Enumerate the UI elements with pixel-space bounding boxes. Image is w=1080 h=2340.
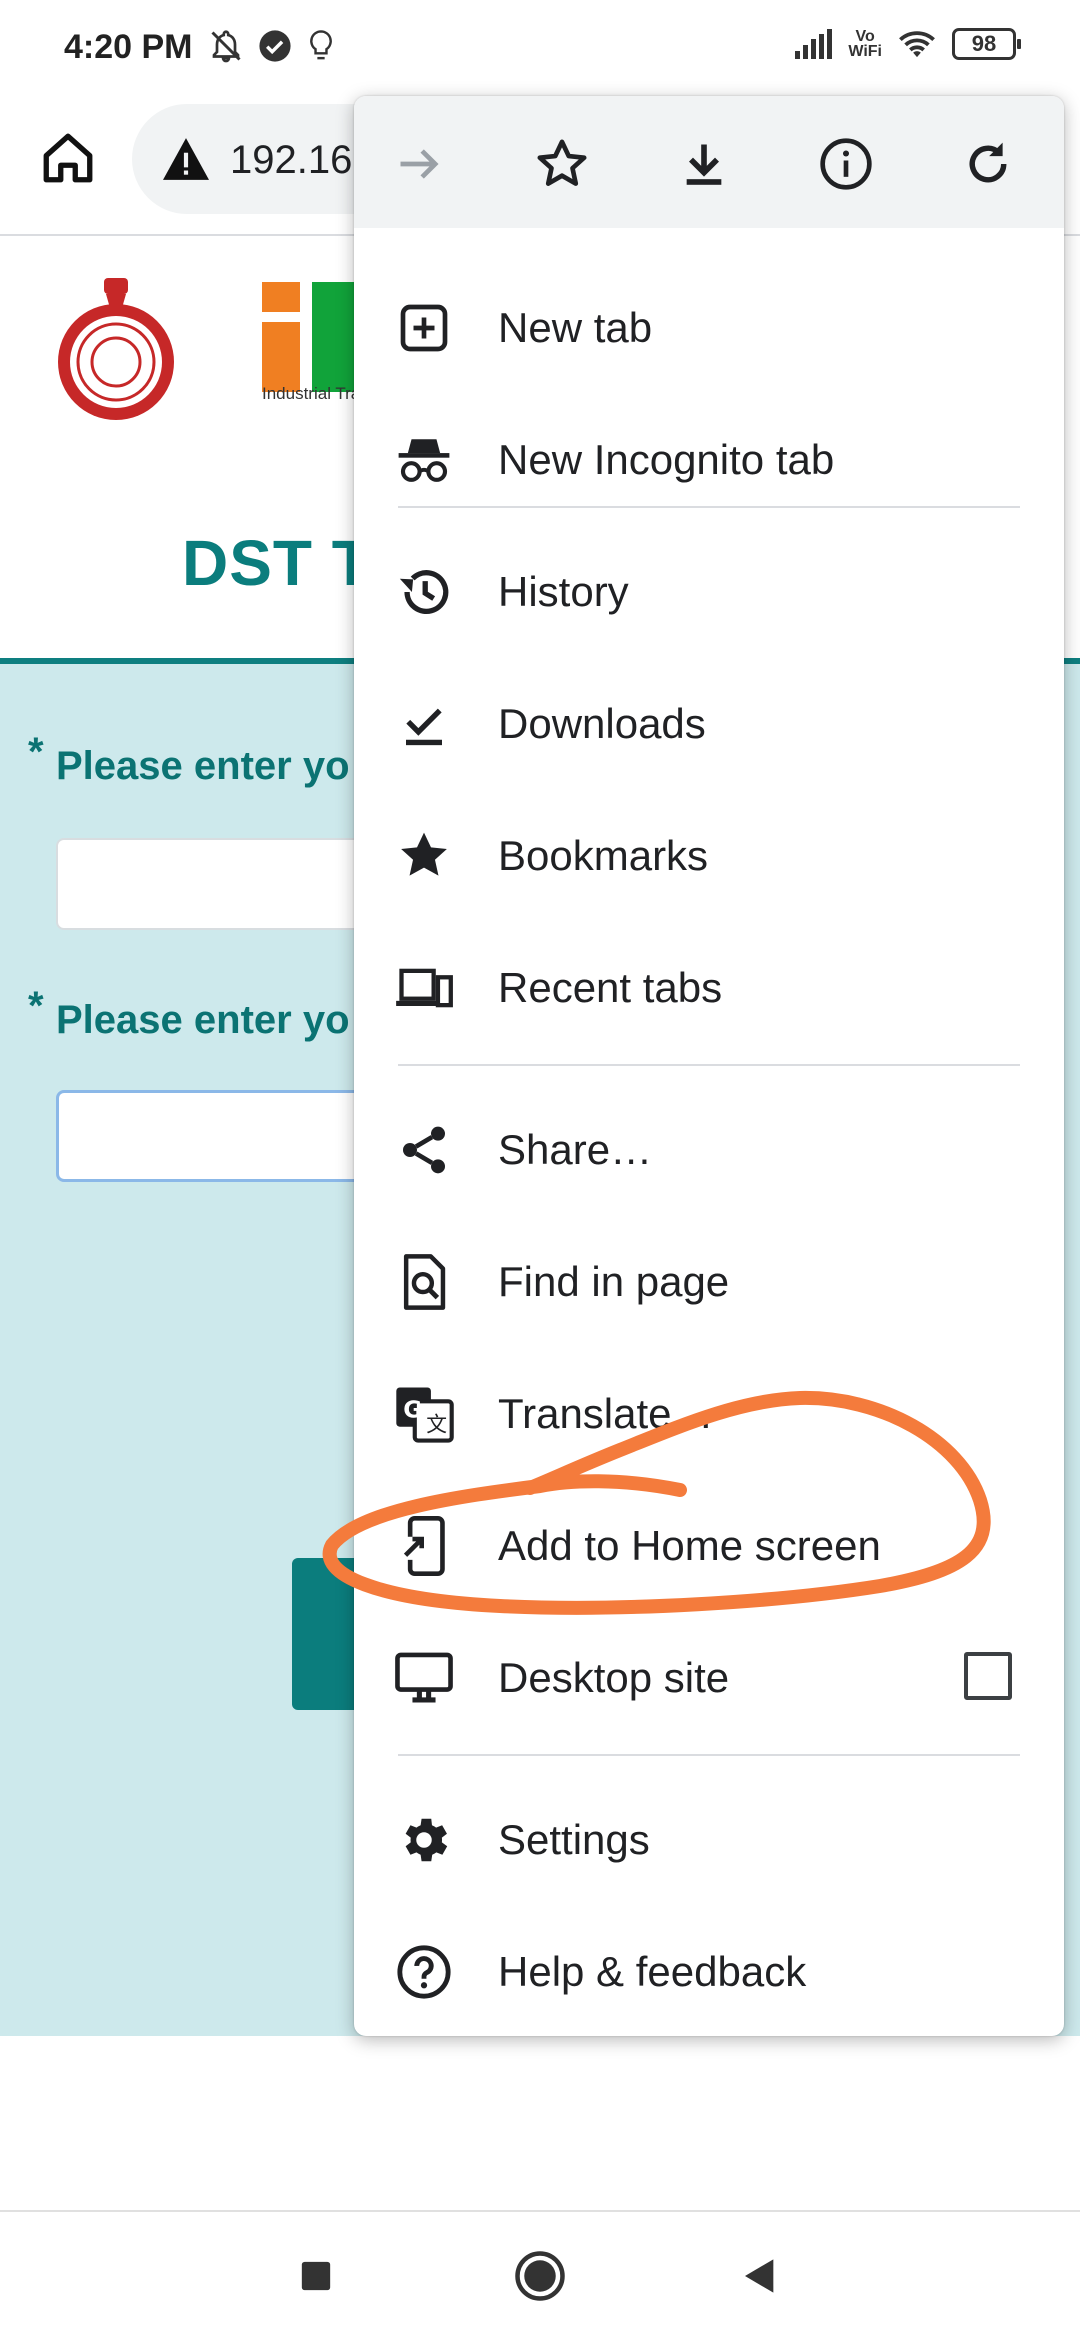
menu-item-label: Translate… — [498, 1390, 714, 1437]
back-button[interactable] — [728, 2244, 792, 2308]
check-circle-icon — [259, 30, 291, 62]
menu-item-label: Recent tabs — [498, 964, 723, 1011]
menu-item-bookmarks[interactable]: Bookmarks — [354, 788, 1064, 920]
field-label: Please enter yo — [56, 998, 350, 1042]
desktop-icon — [394, 1648, 454, 1708]
menu-item-label: Add to Home screen — [498, 1522, 881, 1569]
overflow-menu: New tab New Incognito tab History Downlo… — [354, 96, 1064, 2036]
bookmark-button[interactable] — [526, 128, 598, 200]
home-nav-button[interactable] — [508, 2244, 572, 2308]
menu-divider — [398, 1754, 1020, 1756]
field-label: Please enter yo — [56, 744, 350, 788]
help-icon — [394, 1942, 454, 2002]
forward-icon — [400, 149, 439, 179]
required-mark: * — [28, 984, 44, 1028]
menu-item-label: Help & feedback — [498, 1948, 807, 1995]
info-icon — [820, 138, 872, 190]
translate-icon: G文 — [394, 1384, 454, 1444]
menu-item-recent-tabs[interactable]: Recent tabs — [354, 920, 1064, 1052]
menu-item-label: Downloads — [498, 700, 706, 747]
menu-item-label: Desktop site — [498, 1654, 730, 1701]
menu-item-label: Share… — [498, 1126, 653, 1173]
svg-text:文: 文 — [426, 1412, 447, 1436]
back-triangle-icon — [745, 2259, 774, 2293]
forward-button[interactable] — [384, 128, 456, 200]
menu-item-downloads[interactable]: Downloads — [354, 656, 1064, 788]
menu-item-label: Bookmarks — [498, 832, 709, 879]
recent-tabs-icon — [394, 958, 454, 1018]
signal-icon — [795, 29, 833, 59]
find-in-page-icon — [394, 1252, 454, 1312]
battery-icon: 98 — [952, 28, 1021, 60]
menu-item-label: Find in page — [498, 1258, 730, 1305]
menu-action-bar — [354, 96, 1064, 228]
incognito-icon — [394, 430, 454, 490]
navigation-bar — [0, 2212, 1080, 2340]
menu-item-history[interactable]: History — [354, 524, 1064, 656]
history-icon — [394, 562, 454, 622]
refresh-button[interactable] — [952, 128, 1024, 200]
download-button[interactable] — [668, 128, 740, 200]
bulb-icon — [310, 30, 332, 60]
home-icon — [43, 133, 93, 183]
home-circle-icon — [515, 2251, 565, 2301]
menu-item-share[interactable]: Share… — [354, 1082, 1064, 1214]
svg-text:G: G — [403, 1397, 422, 1423]
downloads-icon — [394, 694, 454, 754]
vowifi-bottom-text: WiFi — [848, 43, 882, 60]
bookmark-star-icon — [537, 139, 587, 186]
menu-item-help-feedback[interactable]: Help & feedback — [354, 1904, 1064, 2036]
menu-divider — [398, 506, 1020, 508]
status-icons-right: Vo WiFi 98 — [794, 28, 1021, 60]
menu-item-translate[interactable]: G文 Translate… — [354, 1346, 1064, 1478]
vowifi-icon: Vo WiFi — [848, 28, 882, 60]
new-tab-icon — [394, 298, 454, 358]
page-info-button[interactable] — [810, 128, 882, 200]
menu-item-new-tab[interactable]: New tab — [354, 260, 1064, 392]
add-to-home-icon — [394, 1516, 454, 1576]
vowifi-top-text: Vo — [855, 28, 875, 45]
download-icon — [686, 144, 722, 185]
recents-button[interactable] — [284, 2244, 348, 2308]
wifi-icon — [899, 31, 935, 58]
menu-item-add-to-home-screen[interactable]: Add to Home screen — [354, 1478, 1064, 1610]
share-icon — [394, 1120, 454, 1180]
menu-item-settings[interactable]: Settings — [354, 1772, 1064, 1904]
menu-item-label: New Incognito tab — [498, 436, 835, 483]
status-icons-left — [208, 28, 336, 64]
menu-item-find-in-page[interactable]: Find in page — [354, 1214, 1064, 1346]
desktop-site-checkbox[interactable] — [964, 1652, 1012, 1700]
notifications-off-icon — [211, 30, 241, 63]
menu-item-desktop-site[interactable]: Desktop site — [354, 1610, 1064, 1742]
menu-divider — [398, 1064, 1020, 1066]
warning-icon — [163, 138, 209, 180]
status-time: 4:20 PM — [64, 28, 193, 66]
menu-item-new-incognito-tab[interactable]: New Incognito tab — [354, 392, 1064, 524]
required-mark: * — [28, 730, 44, 774]
menu-item-label: Settings — [498, 1816, 650, 1863]
settings-icon — [394, 1810, 454, 1870]
bookmarks-icon — [394, 826, 454, 886]
refresh-icon — [969, 142, 1007, 183]
home-button[interactable] — [36, 126, 100, 190]
url-text: 192.168 — [230, 138, 375, 182]
recents-square-icon — [301, 2261, 331, 2291]
haryana-emblem-logo — [58, 278, 174, 420]
menu-item-label: History — [498, 568, 629, 615]
menu-item-label: New tab — [498, 304, 653, 351]
status-bar: 4:20 PM Vo WiFi 98 — [0, 0, 1080, 96]
